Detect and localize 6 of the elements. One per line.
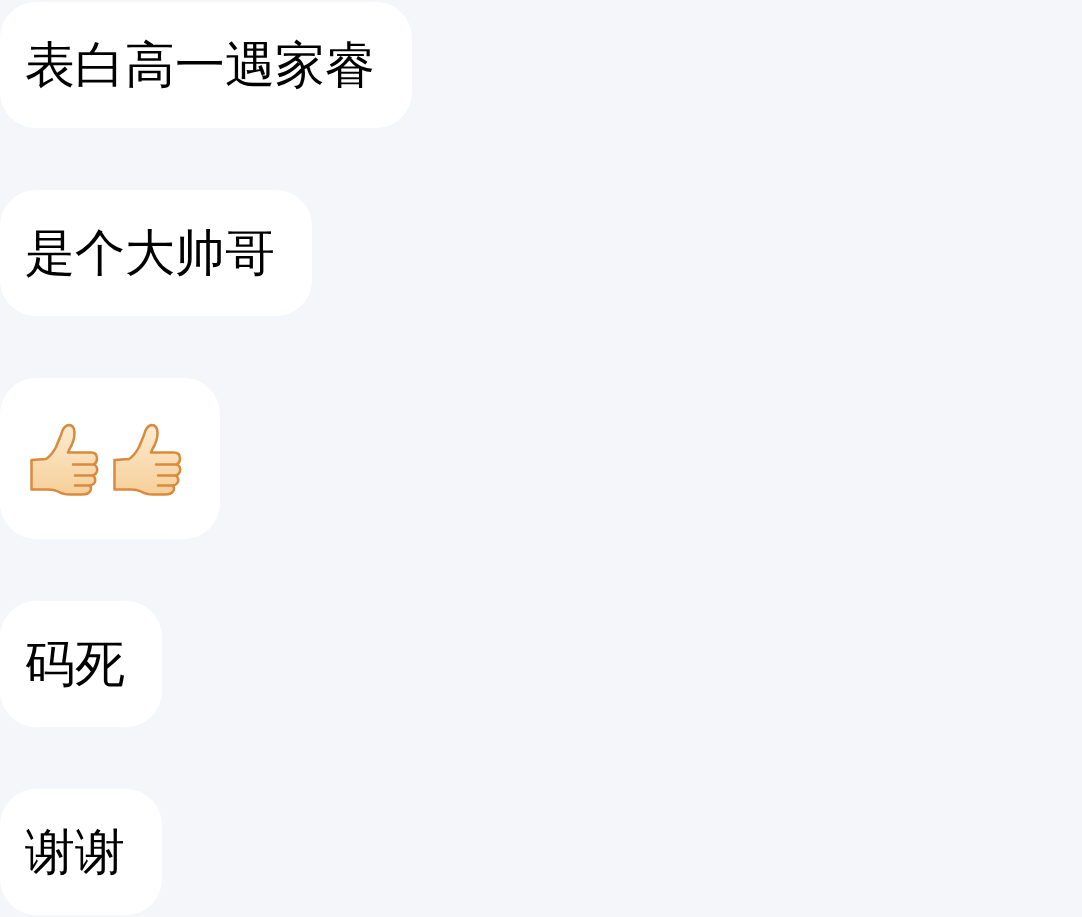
message-bubble: 谢谢 — [0, 789, 162, 915]
thumbs-up-icon — [113, 421, 183, 496]
thumbs-up-icon — [30, 421, 100, 496]
message-bubble: 表白高一遇家睿 — [0, 2, 412, 128]
message-bubble: 是个大帅哥 — [0, 190, 312, 316]
message-bubble: 码死 — [0, 601, 162, 727]
